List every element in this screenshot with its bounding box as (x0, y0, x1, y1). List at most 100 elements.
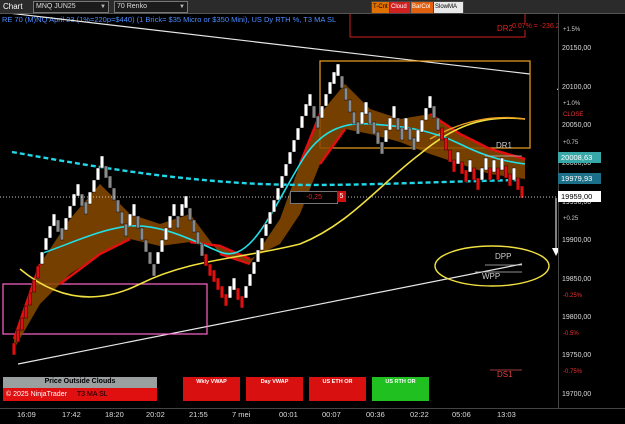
bar-type-selector[interactable]: 70 Renko ▼ (114, 1, 188, 13)
renko-brick (472, 167, 477, 181)
renko-brick (235, 287, 240, 301)
renko-brick (452, 159, 457, 173)
time-tick-label: 18:20 (105, 410, 124, 419)
price-tag-box: 20008,63 (558, 152, 601, 163)
panel-day-vwap: Day VWAP (246, 377, 303, 401)
renko-brick (203, 253, 208, 267)
renko-brick (416, 129, 421, 143)
toolbar-button-tcnt[interactable]: T-Cnt (371, 1, 391, 14)
renko-brick (408, 127, 413, 141)
renko-brick (56, 219, 61, 233)
renko-brick (179, 203, 184, 217)
renko-brick (20, 317, 25, 331)
renko-brick (40, 251, 45, 265)
time-axis[interactable] (0, 408, 625, 424)
panel-us-rth-or: US RTH OR (372, 377, 429, 401)
upper-trendline (11, 14, 531, 75)
price-tick-label: 19750,00 (562, 352, 592, 359)
bar-type-label: 70 Renko (117, 3, 147, 10)
time-tick-label: 05:06 (452, 410, 471, 419)
renko-brick (296, 127, 301, 141)
panel-label: US ETH OR (322, 379, 353, 385)
price-tick-label: 19700,00 (562, 391, 592, 398)
time-tick-label: 7 mei (232, 410, 251, 419)
renko-brick (424, 107, 429, 121)
renko-brick (316, 115, 321, 129)
renko-brick (420, 119, 425, 133)
time-tick-label: 17:42 (62, 410, 81, 419)
price-tick-label: 19850,00 (562, 276, 592, 283)
renko-brick (268, 211, 273, 225)
renko-brick (155, 251, 160, 265)
renko-brick (512, 167, 517, 181)
renko-brick (508, 173, 513, 187)
renko-brick (247, 273, 252, 287)
renko-brick (127, 213, 132, 227)
chevron-down-icon: ▼ (100, 4, 106, 10)
renko-brick (103, 165, 108, 179)
renko-brick (288, 151, 293, 165)
renko-brick (444, 137, 449, 151)
renko-brick (428, 95, 433, 109)
renko-brick (28, 292, 33, 306)
chart-tab[interactable]: Chart (3, 0, 23, 13)
renko-brick (476, 177, 481, 191)
renko-brick (348, 99, 353, 113)
panel-price-outside-clouds: Price Outside Clouds © 2025 NinjaTrader … (3, 377, 157, 401)
renko-brick (336, 63, 341, 77)
renko-brick (151, 263, 156, 277)
renko-brick (412, 137, 417, 151)
toolbar-button-slowma[interactable]: SlowMA (433, 1, 464, 14)
renko-brick (392, 105, 397, 119)
pct-level-label: +1.0% (563, 101, 581, 107)
renko-brick (488, 167, 493, 181)
toolbar-button-barcol[interactable]: BarCol (410, 1, 435, 14)
renko-brick (36, 265, 41, 279)
panel-us-eth-or: US ETH OR (309, 377, 366, 401)
renko-brick (260, 237, 265, 251)
renko-brick (388, 117, 393, 131)
renko-brick (272, 199, 277, 213)
renko-brick (207, 263, 212, 277)
toolbar-button-cloud[interactable]: Cloud (389, 1, 412, 14)
renko-brick (308, 93, 313, 107)
renko-brick (183, 195, 188, 209)
renko-brick (380, 141, 385, 155)
renko-brick (99, 155, 104, 169)
renko-brick (432, 105, 437, 119)
renko-brick (143, 239, 148, 253)
panel-label: Wkly VWAP (196, 379, 227, 385)
renko-brick (67, 205, 72, 219)
renko-brick (195, 231, 200, 245)
time-tick-label: 00:07 (322, 410, 341, 419)
renko-brick (32, 279, 37, 293)
copyright-bar: © 2025 NinjaTrader T3 MA SL (3, 388, 157, 401)
price-tick-label: 20100,00 (562, 84, 592, 91)
renko-brick (231, 277, 236, 291)
price-chart[interactable] (0, 14, 558, 402)
renko-brick (368, 111, 373, 125)
renko-brick (63, 217, 68, 231)
percent-label: 0.07% = -236.25 (512, 23, 564, 30)
price-axis[interactable] (558, 14, 625, 409)
renko-brick (484, 157, 489, 171)
renko-brick (292, 139, 297, 153)
price-tick-label: 19800,00 (562, 314, 592, 321)
renko-brick (199, 243, 204, 257)
renko-brick (79, 193, 84, 207)
renko-brick (107, 175, 112, 189)
renko-brick (75, 183, 80, 197)
renko-brick (139, 227, 144, 241)
price-tag-box: 19979,93 (558, 173, 601, 184)
renko-brick (456, 151, 461, 165)
renko-brick (159, 239, 164, 253)
renko-brick (324, 93, 329, 107)
renko-brick (219, 285, 224, 299)
pct-level-label: -0.5% (563, 331, 579, 337)
renko-brick (400, 127, 405, 141)
renko-brick (284, 163, 289, 177)
renko-brick (163, 227, 168, 241)
instrument-selector[interactable]: MNQ JUN25 ▼ (33, 1, 109, 13)
wpp-label: WPP (482, 272, 501, 281)
renko-brick (171, 203, 176, 217)
